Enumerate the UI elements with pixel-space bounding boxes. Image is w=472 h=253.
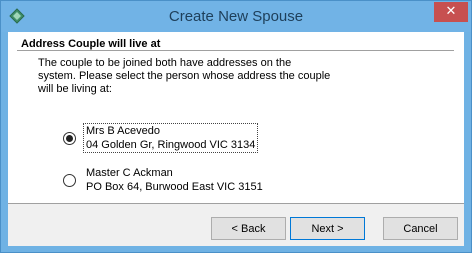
content-panel: Address Couple will live at The couple t… [8, 32, 464, 204]
next-button[interactable]: Next > [290, 217, 365, 240]
person-address: PO Box 64, Burwood East VIC 3151 [86, 181, 263, 193]
dialog-window: Create New Spouse ✕ Address Couple will … [0, 0, 472, 253]
person-name: Master C Ackman [86, 167, 173, 179]
window-title: Create New Spouse [168, 8, 304, 25]
option-label[interactable]: Mrs B Acevedo 04 Golden Gr, Ringwood VIC… [82, 123, 259, 153]
cancel-button[interactable]: Cancel [383, 217, 458, 240]
close-icon: ✕ [445, 4, 457, 19]
radio-button-selected[interactable] [63, 132, 76, 145]
dialog-client: Address Couple will live at The couple t… [8, 32, 464, 246]
radio-button[interactable] [63, 174, 76, 187]
person-address: 04 Golden Gr, Ringwood VIC 3134 [86, 139, 256, 151]
title-bar[interactable]: Create New Spouse ✕ [1, 1, 471, 32]
close-button[interactable]: ✕ [434, 2, 468, 22]
section-title: Address Couple will live at [21, 38, 161, 50]
option-label[interactable]: Master C Ackman PO Box 64, Burwood East … [84, 166, 265, 194]
instructions-text: The couple to be joined both have addres… [38, 57, 331, 95]
back-button[interactable]: < Back [211, 217, 286, 240]
person-name: Mrs B Acevedo [86, 125, 160, 137]
divider [17, 50, 454, 52]
